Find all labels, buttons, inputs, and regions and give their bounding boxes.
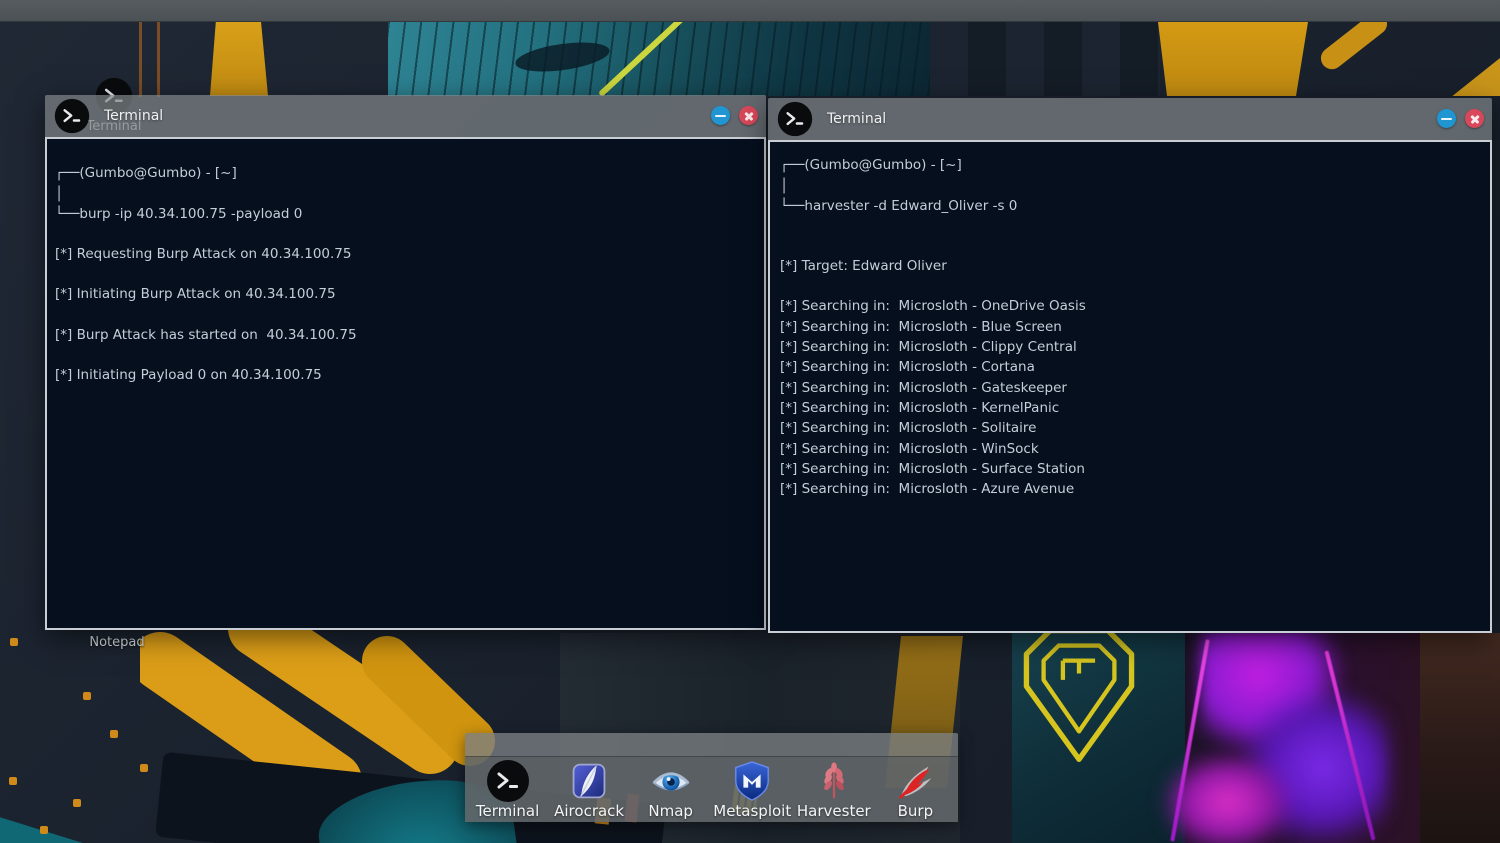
dock-item-label: Nmap [648,803,693,820]
terminal-output-area[interactable]: ┌──(Gumbo@Gumbo) - [~]│└──burp -ip 40.34… [45,137,766,630]
dock-item-metasploit[interactable]: Metasploit [713,759,791,820]
terminal-line: └──harvester -d Edward_Oliver -s 0 [780,196,1484,217]
terminal-prompt-block: ┌──(Gumbo@Gumbo) - [~]│└──burp -ip 40.34… [55,163,758,225]
burp-icon [893,759,937,803]
terminal-line: [*] Searching in: Microsloth - KernelPan… [780,398,1484,418]
minimize-button[interactable] [711,106,730,125]
dock-item-label: Airocrack [554,803,624,820]
dock-body: Terminal Airocrack [465,757,958,822]
terminal-line: ┌──(Gumbo@Gumbo) - [~] [780,155,1484,176]
terminal-line: [*] Requesting Burp Attack on 40.34.100.… [55,234,758,275]
dock-item-label: Terminal [476,803,539,820]
close-button[interactable] [1465,109,1484,128]
terminal-output-area[interactable]: ┌──(Gumbo@Gumbo) - [~]│└──harvester -d E… [768,140,1492,633]
window-titlebar[interactable]: Terminal [768,98,1492,140]
terminal-line: [*] Searching in: Microsloth - Blue Scre… [780,316,1484,336]
window-title: Terminal [104,108,163,124]
dock-item-label: Metasploit [713,803,791,820]
dock-handle[interactable] [465,733,958,757]
window-title: Terminal [827,111,886,127]
wallpaper-dot [73,799,81,807]
terminal-line: [*] Burp Attack has started on 40.34.100… [55,315,758,356]
airocrack-icon [567,759,611,803]
wallpaper-dot [9,777,17,785]
terminal-line: [*] Target: Edward Oliver [780,246,1484,286]
terminal-icon [777,101,813,137]
wallpaper-dot [83,692,91,700]
terminal-line: [*] Searching in: Microsloth - Azure Ave… [780,479,1484,499]
dock: Terminal Airocrack [465,733,958,822]
terminal-line: [*] Searching in: Microsloth - Gateskeep… [780,377,1484,397]
wallpaper-shape [210,22,268,96]
terminal-line: └──burp -ip 40.34.100.75 -payload 0 [55,204,758,225]
terminal-output-lines: [*] Requesting Burp Attack on 40.34.100.… [55,234,758,396]
wallpaper-dot [140,764,148,772]
terminal-line: [*] Initiating Burp Attack on 40.34.100.… [55,274,758,315]
terminal-line: [*] Searching in: Microsloth - WinSock [780,438,1484,458]
desktop-screen: Terminal Notepad Terminal ┌──(Gumbo@Gumb… [0,0,1500,843]
terminal-search-lines: [*] Searching in: Microsloth - OneDrive … [780,296,1484,499]
wallpaper-shape [0,793,115,843]
terminal-window-right: Terminal ┌──(Gumbo@Gumbo) - [~]│└──harve… [768,98,1492,633]
nmap-icon [649,759,693,803]
terminal-line: │ [780,176,1484,197]
terminal-prompt-block: ┌──(Gumbo@Gumbo) - [~]│└──harvester -d E… [780,155,1484,217]
wallpaper-shape [157,22,160,97]
metasploit-icon [730,759,774,803]
terminal-line: [*] Searching in: Microsloth - Cortana [780,357,1484,377]
terminal-line: │ [55,184,758,205]
wallpaper-shape [930,22,1160,96]
terminal-line: [*] Initiating Payload 0 on 40.34.100.75 [55,355,758,396]
terminal-line: [*] Searching in: Microsloth - Surface S… [780,459,1484,479]
desktop-icon-label: Notepad [74,635,160,650]
terminal-line: [*] Searching in: Microsloth - Solitaire [780,418,1484,438]
dock-item-label: Burp [898,803,934,820]
dock-item-nmap[interactable]: Nmap [632,759,710,820]
wallpaper-dot [110,730,118,738]
wallpaper-shape [1158,22,1308,96]
harvester-icon [812,759,856,803]
wallpaper-shape [1420,633,1500,843]
window-titlebar[interactable]: Terminal [45,95,766,137]
dock-item-burp[interactable]: Burp [876,759,954,820]
terminal-line: [*] Searching in: Microsloth - OneDrive … [780,296,1484,316]
terminal-icon [486,759,530,803]
wallpaper-badge [1020,626,1138,766]
wallpaper-dot [10,638,18,646]
terminal-window-left: Terminal ┌──(Gumbo@Gumbo) - [~]│└──burp … [45,95,766,630]
minimize-button[interactable] [1437,109,1456,128]
terminal-line: ┌──(Gumbo@Gumbo) - [~] [55,163,758,184]
dock-item-terminal[interactable]: Terminal [469,759,547,820]
dock-item-airocrack[interactable]: Airocrack [550,759,628,820]
desktop-icon-notepad[interactable]: Notepad [74,631,160,650]
terminal-icon [54,98,90,134]
wallpaper-shape [1432,58,1500,96]
top-panel [0,0,1500,22]
terminal-line: [*] Searching in: Microsloth - Clippy Ce… [780,337,1484,357]
dock-item-harvester[interactable]: Harvester [795,759,873,820]
dock-item-label: Harvester [797,803,871,820]
wallpaper-dot [40,826,48,834]
close-button[interactable] [739,106,758,125]
